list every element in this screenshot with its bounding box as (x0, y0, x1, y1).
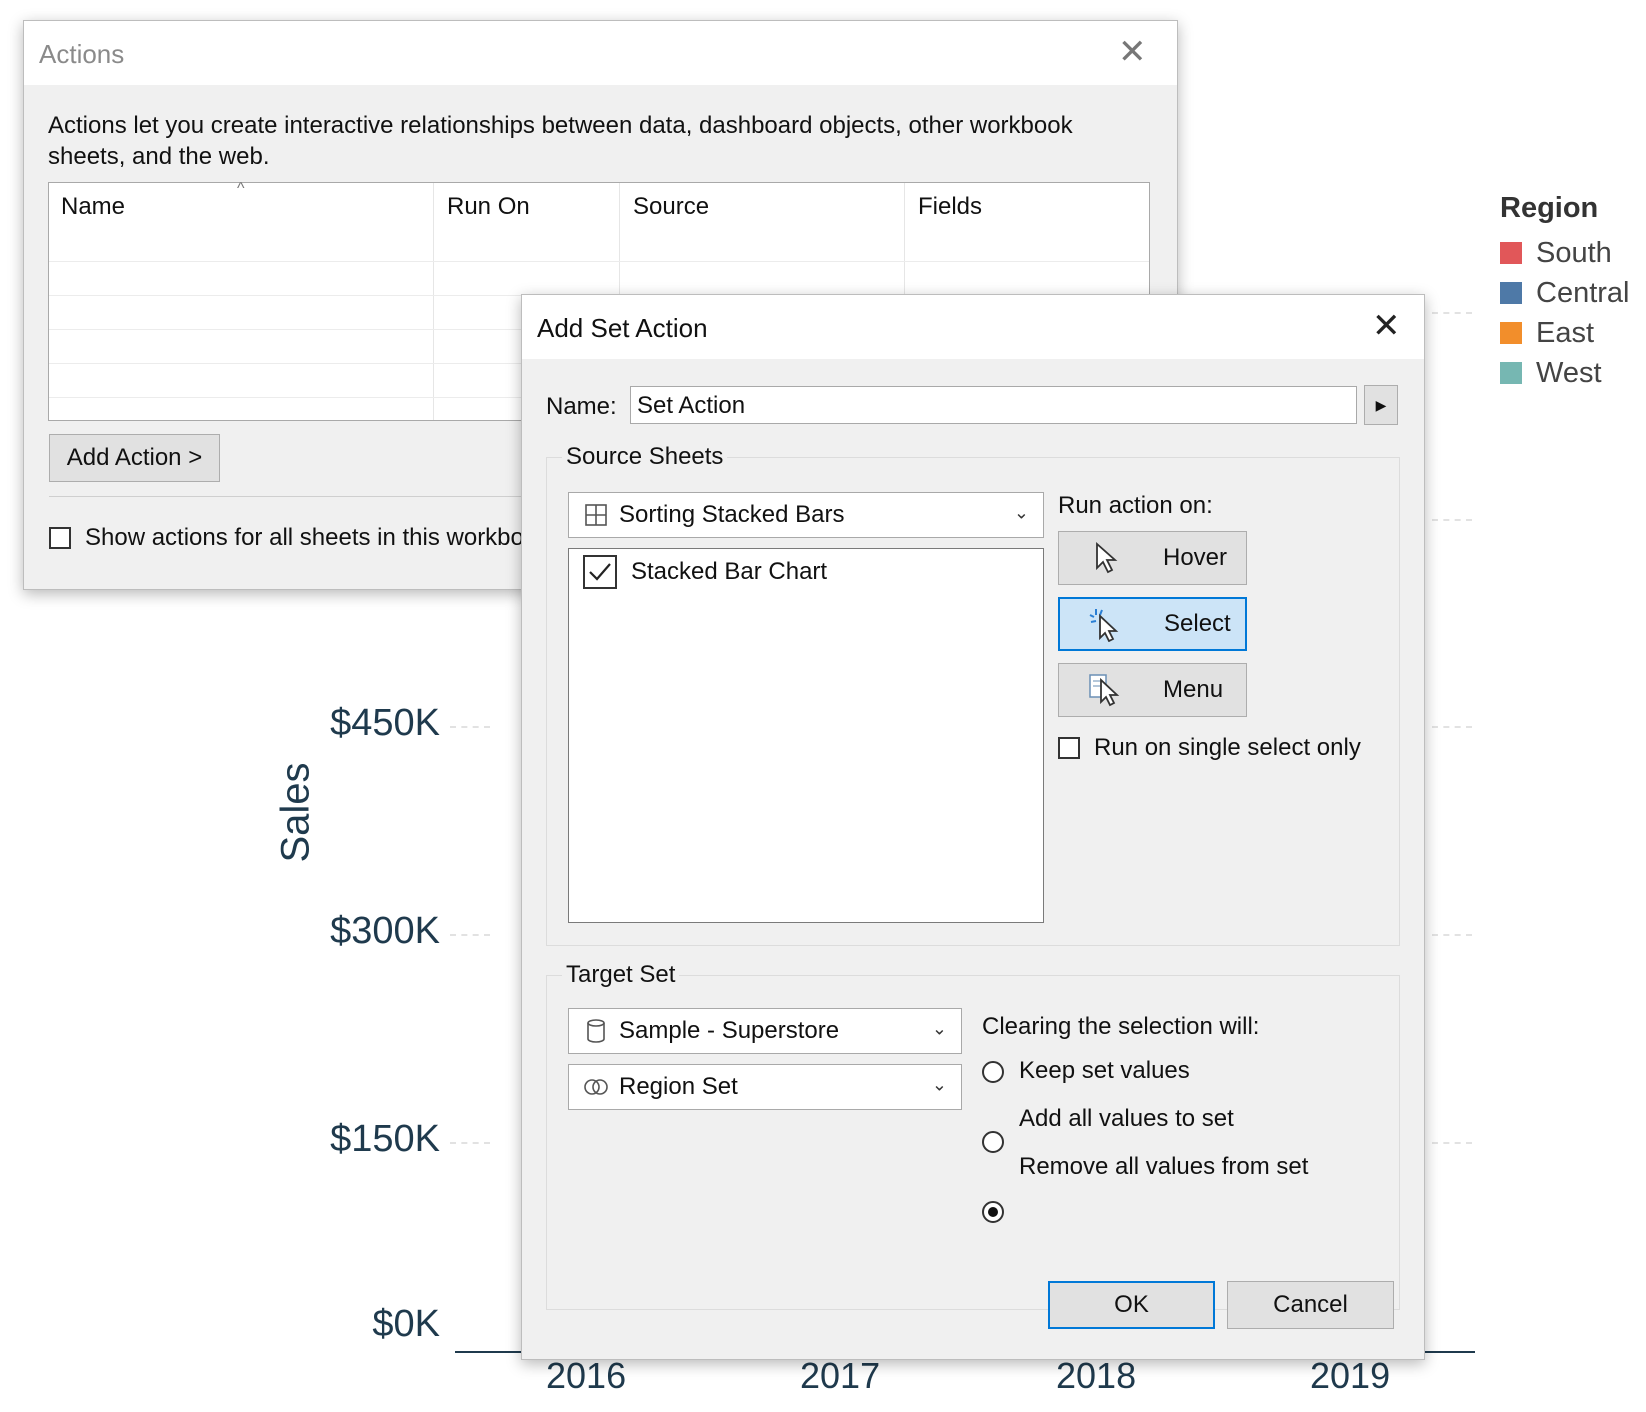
database-cylinder-icon (583, 1018, 609, 1044)
name-input[interactable]: Set Action (630, 386, 1357, 424)
name-label: Name: (546, 393, 617, 420)
hover-label: Hover (1163, 544, 1228, 571)
menu-label: Menu (1163, 676, 1224, 703)
close-icon[interactable]: ✕ (1372, 309, 1401, 343)
gridline (450, 1142, 490, 1144)
chevron-down-icon: ⌄ (931, 1018, 947, 1039)
add-set-action-dialog: Add Set Action ✕ Name: Set Action ▶ Sour… (521, 294, 1425, 1360)
clearing-label: Clearing the selection will: (982, 1013, 1260, 1040)
y-axis-title: Sales (273, 762, 318, 863)
legend-title: Region (1500, 192, 1599, 224)
x-tick-2019: 2019 (1310, 1355, 1391, 1396)
datasource-value: Sample - Superstore (619, 1017, 840, 1044)
remove-all-values-radio[interactable] (982, 1201, 1004, 1223)
x-tick-2018: 2018 (1056, 1355, 1137, 1396)
column-header-run-on[interactable]: Run On (435, 183, 621, 255)
click-cursor-icon (1089, 609, 1119, 642)
play-arrow-icon: ▶ (1375, 396, 1387, 413)
single-select-checkbox[interactable] (1058, 737, 1080, 759)
legend-item-east[interactable]: East (1500, 313, 1630, 353)
dashboard-grid-icon (583, 502, 609, 528)
gridline (450, 726, 490, 728)
gridline (1432, 1142, 1472, 1144)
legend-label: South (1536, 236, 1612, 269)
y-tick-150k: $150K (330, 1118, 440, 1160)
show-all-sheets-label: Show actions for all sheets in this work… (85, 524, 524, 551)
legend-swatch (1500, 322, 1522, 344)
select-button[interactable]: Select (1058, 597, 1247, 651)
gridline (450, 934, 490, 936)
ok-button[interactable]: OK (1048, 1281, 1215, 1329)
single-select-label: Run on single select only (1094, 734, 1361, 761)
legend-item-west[interactable]: West (1500, 353, 1630, 393)
set-venn-icon (583, 1074, 609, 1100)
y-tick-300k: $300K (330, 910, 440, 952)
target-set-value: Region Set (619, 1073, 738, 1100)
region-legend: Region South Central East West (1500, 192, 1630, 393)
menu-button[interactable]: Menu (1058, 663, 1247, 717)
datasource-dropdown[interactable]: Sample - Superstore ⌄ (568, 1008, 962, 1054)
y-tick-450k: $450K (330, 702, 440, 744)
add-all-values-radio[interactable] (982, 1131, 1004, 1153)
insert-field-button[interactable]: ▶ (1364, 385, 1398, 425)
show-all-sheets-checkbox[interactable] (49, 527, 71, 549)
list-item-stacked-bar-chart[interactable]: Stacked Bar Chart (583, 555, 827, 589)
column-header-fields[interactable]: Fields (906, 183, 1146, 255)
chevron-down-icon: ⌄ (931, 1074, 947, 1095)
legend-swatch (1500, 282, 1522, 304)
actions-description: Actions let you create interactive relat… (48, 112, 1073, 170)
select-label: Select (1164, 610, 1231, 637)
source-sheet-list: Stacked Bar Chart (568, 548, 1044, 923)
run-action-on-label: Run action on: (1058, 492, 1213, 519)
menu-cursor-icon (1089, 674, 1120, 707)
cursor-icon (1096, 541, 1118, 574)
legend-item-south[interactable]: South (1500, 233, 1630, 273)
add-all-values-label: Add all values to set (1019, 1105, 1234, 1132)
source-sheet-value: Sorting Stacked Bars (619, 501, 845, 528)
source-sheet-dropdown[interactable]: Sorting Stacked Bars ⌄ (568, 492, 1044, 538)
legend-label: West (1536, 356, 1602, 389)
legend-swatch (1500, 362, 1522, 384)
set-action-titlebar: Add Set Action ✕ (522, 295, 1424, 359)
legend-item-central[interactable]: Central (1500, 273, 1630, 313)
gridline (1432, 726, 1472, 728)
keep-set-values-label: Keep set values (1019, 1057, 1190, 1084)
y-tick-0k: $0K (372, 1303, 440, 1345)
target-set-dropdown[interactable]: Region Set ⌄ (568, 1064, 962, 1110)
sort-ascending-icon: ^ (237, 180, 245, 197)
list-item-label: Stacked Bar Chart (631, 558, 828, 585)
gridline (1432, 934, 1472, 936)
chevron-down-icon: ⌄ (1013, 502, 1029, 523)
x-tick-2017: 2017 (800, 1355, 881, 1396)
column-divider (433, 183, 434, 420)
x-tick-2016: 2016 (546, 1355, 627, 1396)
keep-set-values-radio[interactable] (982, 1061, 1004, 1083)
legend-label: Central (1536, 276, 1630, 309)
column-header-source[interactable]: Source (621, 183, 905, 255)
remove-all-values-label: Remove all values from set (1019, 1153, 1309, 1180)
gridline (1432, 519, 1472, 521)
name-input-value: Set Action (637, 392, 746, 419)
gridline (1432, 312, 1472, 314)
cancel-button[interactable]: Cancel (1227, 1281, 1394, 1329)
row-divider (49, 261, 1149, 262)
hover-button[interactable]: Hover (1058, 531, 1247, 585)
close-icon[interactable]: ✕ (1118, 35, 1147, 69)
source-sheets-label: Source Sheets (562, 443, 728, 471)
target-set-label: Target Set (562, 961, 680, 989)
add-action-button[interactable]: Add Action > (49, 434, 220, 482)
set-action-title: Add Set Action (537, 313, 708, 343)
actions-title: Actions (39, 39, 125, 69)
legend-label: East (1536, 316, 1595, 349)
actions-titlebar: Actions ✕ (24, 21, 1177, 85)
checkbox-checked-icon[interactable] (583, 555, 617, 589)
legend-swatch (1500, 242, 1522, 264)
